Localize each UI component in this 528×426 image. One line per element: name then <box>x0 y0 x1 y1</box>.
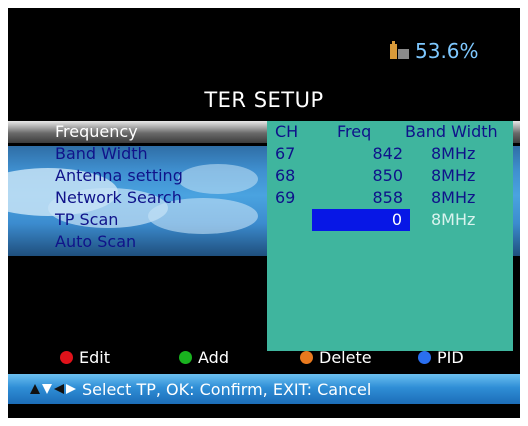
pid-label: PID <box>437 348 464 367</box>
table-row[interactable]: 67 842 8MHz <box>267 143 513 165</box>
edit-label: Edit <box>79 348 110 367</box>
menu-item-auto-scan[interactable]: Auto Scan <box>55 231 183 253</box>
menu-item-tp-scan[interactable]: TP Scan <box>55 209 183 231</box>
column-header-freq: Freq <box>337 122 372 141</box>
battery-percent: 53.6% <box>415 39 479 63</box>
column-header-band-width: Band Width <box>405 122 498 141</box>
orange-button-icon <box>300 351 313 364</box>
battery-status: 53.6% <box>390 36 479 66</box>
color-key-legend: Edit Add Delete PID <box>8 348 520 370</box>
cell-band-width: 8MHz <box>431 144 476 163</box>
cell-ch: 69 <box>275 188 296 207</box>
page-title: TER SETUP <box>204 88 324 112</box>
blue-button-icon <box>418 351 431 364</box>
help-bar: Select TP, OK: Confirm, EXIT: Cancel <box>8 374 520 404</box>
battery-icon <box>390 40 410 62</box>
column-header-ch: CH <box>275 122 299 141</box>
freq-input[interactable]: 0 <box>312 209 410 231</box>
band-width-value[interactable]: 8MHz <box>431 209 475 231</box>
red-button-icon <box>60 351 73 364</box>
cell-freq: 850 <box>372 166 403 185</box>
blue-key-pid[interactable]: PID <box>418 348 464 367</box>
menu-item-band-width[interactable]: Band Width <box>55 143 183 165</box>
cell-ch: 68 <box>275 166 296 185</box>
add-label: Add <box>198 348 229 367</box>
red-key-edit[interactable]: Edit <box>60 348 110 367</box>
direction-arrows-icon <box>30 384 76 394</box>
cell-band-width: 8MHz <box>431 166 476 185</box>
cell-freq: 858 <box>372 188 403 207</box>
cell-ch: 67 <box>275 144 296 163</box>
transponder-table: CH Freq Band Width 67 842 8MHz 68 850 8M… <box>267 121 513 351</box>
table-row[interactable]: 69 858 8MHz <box>267 187 513 209</box>
table-row[interactable]: 68 850 8MHz <box>267 165 513 187</box>
menu-item-network-search[interactable]: Network Search <box>55 187 183 209</box>
help-text: Select TP, OK: Confirm, EXIT: Cancel <box>82 379 372 399</box>
green-button-icon <box>179 351 192 364</box>
delete-label: Delete <box>319 348 372 367</box>
orange-key-delete[interactable]: Delete <box>300 348 372 367</box>
setup-menu: Frequency Band Width Antenna setting Net… <box>55 121 183 253</box>
cell-band-width: 8MHz <box>431 188 476 207</box>
green-key-add[interactable]: Add <box>179 348 229 367</box>
menu-item-antenna-setting[interactable]: Antenna setting <box>55 165 183 187</box>
table-row-editing[interactable]: 0 8MHz <box>267 209 513 231</box>
tv-screen: 53.6% TER SETUP Frequency Band Width Ant… <box>8 8 520 418</box>
menu-item-frequency[interactable]: Frequency <box>55 121 183 143</box>
cell-freq: 842 <box>372 144 403 163</box>
